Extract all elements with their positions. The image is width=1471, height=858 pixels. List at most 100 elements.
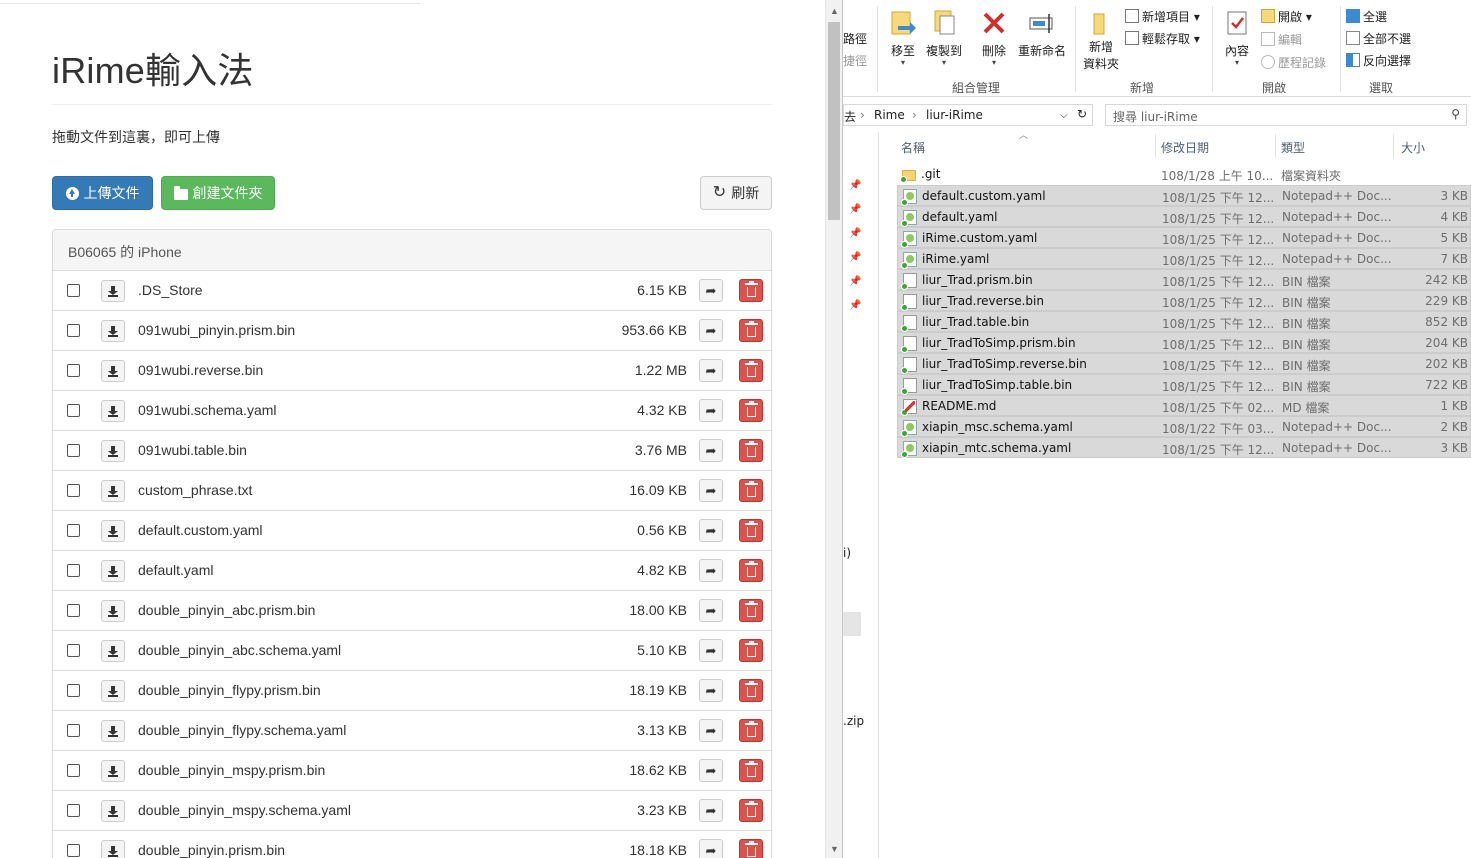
move-button[interactable]: ➦ — [699, 719, 723, 742]
download-button[interactable] — [101, 480, 125, 502]
move-button[interactable]: ➦ — [699, 279, 723, 302]
file-name[interactable]: .DS_Store — [138, 282, 203, 298]
column-header-date[interactable]: 修改日期 — [1161, 139, 1209, 156]
file-name[interactable]: double_pinyin_flypy.schema.yaml — [138, 722, 346, 738]
row-checkbox[interactable] — [67, 364, 80, 377]
row-checkbox[interactable] — [67, 324, 80, 337]
delete-button[interactable] — [739, 559, 763, 582]
delete-button[interactable] — [739, 839, 763, 858]
file-name[interactable]: custom_phrase.txt — [138, 482, 252, 498]
explorer-file-row[interactable]: default.yaml 108/1/25 下午 12... Notepad++ D… — [897, 206, 1471, 227]
download-button[interactable] — [101, 360, 125, 382]
properties-button[interactable]: 內容 ▾ — [1213, 0, 1261, 67]
pin-icon[interactable]: 📌 — [849, 204, 861, 215]
select-all-button[interactable]: 全選 — [1346, 8, 1387, 25]
download-button[interactable] — [101, 640, 125, 662]
delete-button[interactable] — [739, 599, 763, 622]
explorer-file-row[interactable]: liur_Trad.reverse.bin 108/1/25 下午 12... BI… — [897, 290, 1471, 311]
history-button[interactable]: 歷程記錄 — [1261, 54, 1326, 71]
pin-icon[interactable]: 📌 — [849, 252, 861, 263]
explorer-file-row[interactable]: liur_TradToSimp.table.bin 108/1/25 下午 12.… — [897, 374, 1471, 395]
row-checkbox[interactable] — [67, 404, 80, 417]
row-checkbox[interactable] — [67, 804, 80, 817]
delete-button[interactable] — [739, 759, 763, 782]
open-button[interactable]: 開啟 ▾ — [1261, 8, 1312, 25]
row-checkbox[interactable] — [67, 484, 80, 497]
file-name[interactable]: 091wubi_pinyin.prism.bin — [138, 322, 295, 338]
row-checkbox[interactable] — [67, 724, 80, 737]
move-button[interactable]: ➦ — [699, 679, 723, 702]
explorer-file-row[interactable]: xiapin_mtc.schema.yaml 108/1/25 下午 12... N… — [897, 437, 1471, 458]
move-button[interactable]: ➦ — [699, 399, 723, 422]
delete-button[interactable] — [739, 719, 763, 742]
move-button[interactable]: ➦ — [699, 319, 723, 342]
download-button[interactable] — [101, 760, 125, 782]
file-name[interactable]: double_pinyin_mspy.schema.yaml — [138, 802, 351, 818]
column-divider[interactable] — [1275, 134, 1276, 158]
delete-button[interactable] — [739, 479, 763, 502]
file-name[interactable]: double_pinyin_flypy.prism.bin — [138, 682, 321, 698]
refresh-icon[interactable]: ↻ — [1077, 107, 1087, 121]
download-button[interactable] — [101, 320, 125, 342]
scroll-down-icon[interactable]: ▼ — [830, 844, 839, 854]
create-folder-button[interactable]: 創建文件夾 — [161, 176, 275, 210]
new-folder-button[interactable]: 新增 資料夾 — [1077, 0, 1125, 72]
explorer-file-row[interactable]: default.custom.yaml 108/1/25 下午 12... Note… — [897, 185, 1471, 206]
scrollbar-thumb[interactable] — [828, 22, 840, 220]
explorer-file-row[interactable]: liur_Trad.prism.bin 108/1/25 下午 12... BIN … — [897, 269, 1471, 290]
copy-to-button[interactable]: 複製到 ▾ — [920, 0, 968, 67]
move-button[interactable]: ➦ — [699, 799, 723, 822]
file-name[interactable]: double_pinyin_abc.schema.yaml — [138, 642, 341, 658]
move-button[interactable]: ➦ — [699, 759, 723, 782]
row-checkbox[interactable] — [67, 284, 80, 297]
download-button[interactable] — [101, 800, 125, 822]
delete-button[interactable] — [739, 359, 763, 382]
rename-button[interactable]: 重新命名 — [1016, 0, 1068, 59]
nav-item-fragment[interactable]: i) — [843, 546, 851, 560]
easy-access-button[interactable]: 輕鬆存取 ▾ — [1125, 30, 1200, 47]
explorer-file-row[interactable]: liur_TradToSimp.reverse.bin 108/1/25 下午 1… — [897, 353, 1471, 374]
delete-button[interactable]: 刪除 ▾ — [970, 0, 1018, 67]
delete-button[interactable] — [739, 799, 763, 822]
upload-file-button[interactable]: 上傳文件 — [52, 176, 153, 210]
move-button[interactable]: ➦ — [699, 599, 723, 622]
row-checkbox[interactable] — [67, 644, 80, 657]
delete-button[interactable] — [739, 279, 763, 302]
move-button[interactable]: ➦ — [699, 839, 723, 858]
paste-shortcut-button[interactable]: 捷徑 — [843, 52, 867, 69]
delete-button[interactable] — [739, 639, 763, 662]
explorer-file-row[interactable]: xiapin_msc.schema.yaml 108/1/22 下午 03... N… — [897, 416, 1471, 437]
download-button[interactable] — [101, 680, 125, 702]
move-button[interactable]: ➦ — [699, 479, 723, 502]
download-button[interactable] — [101, 720, 125, 742]
delete-button[interactable] — [739, 679, 763, 702]
pin-icon[interactable]: 📌 — [849, 300, 861, 311]
download-button[interactable] — [101, 280, 125, 302]
move-button[interactable]: ➦ — [699, 639, 723, 662]
download-button[interactable] — [101, 600, 125, 622]
pin-icon[interactable]: 📌 — [849, 228, 861, 239]
select-none-button[interactable]: 全部不選 — [1346, 30, 1411, 47]
delete-button[interactable] — [739, 399, 763, 422]
column-header-size[interactable]: 大小 — [1401, 139, 1425, 156]
new-item-button[interactable]: 新增項目 ▾ — [1125, 8, 1200, 25]
pin-icon[interactable]: 📌 — [849, 276, 861, 287]
row-checkbox[interactable] — [67, 524, 80, 537]
file-name[interactable]: 091wubi.reverse.bin — [138, 362, 263, 378]
download-button[interactable] — [101, 560, 125, 582]
row-checkbox[interactable] — [67, 604, 80, 617]
delete-button[interactable] — [739, 519, 763, 542]
column-divider[interactable] — [1393, 134, 1394, 158]
explorer-file-row[interactable]: .git 108/1/28 上午 10... 檔案資料夾 — [897, 164, 1471, 185]
column-divider[interactable] — [1155, 134, 1156, 158]
file-name[interactable]: default.custom.yaml — [138, 522, 263, 538]
download-button[interactable] — [101, 440, 125, 462]
row-checkbox[interactable] — [67, 444, 80, 457]
row-checkbox[interactable] — [67, 684, 80, 697]
search-input[interactable]: 搜尋 liur-iRime ⚲ — [1105, 104, 1467, 126]
file-name[interactable]: double_pinyin_mspy.prism.bin — [138, 762, 325, 778]
row-checkbox[interactable] — [67, 764, 80, 777]
refresh-button[interactable]: ↻ 刷新 — [700, 176, 772, 210]
file-name[interactable]: double_pinyin.prism.bin — [138, 842, 285, 858]
delete-button[interactable] — [739, 439, 763, 462]
